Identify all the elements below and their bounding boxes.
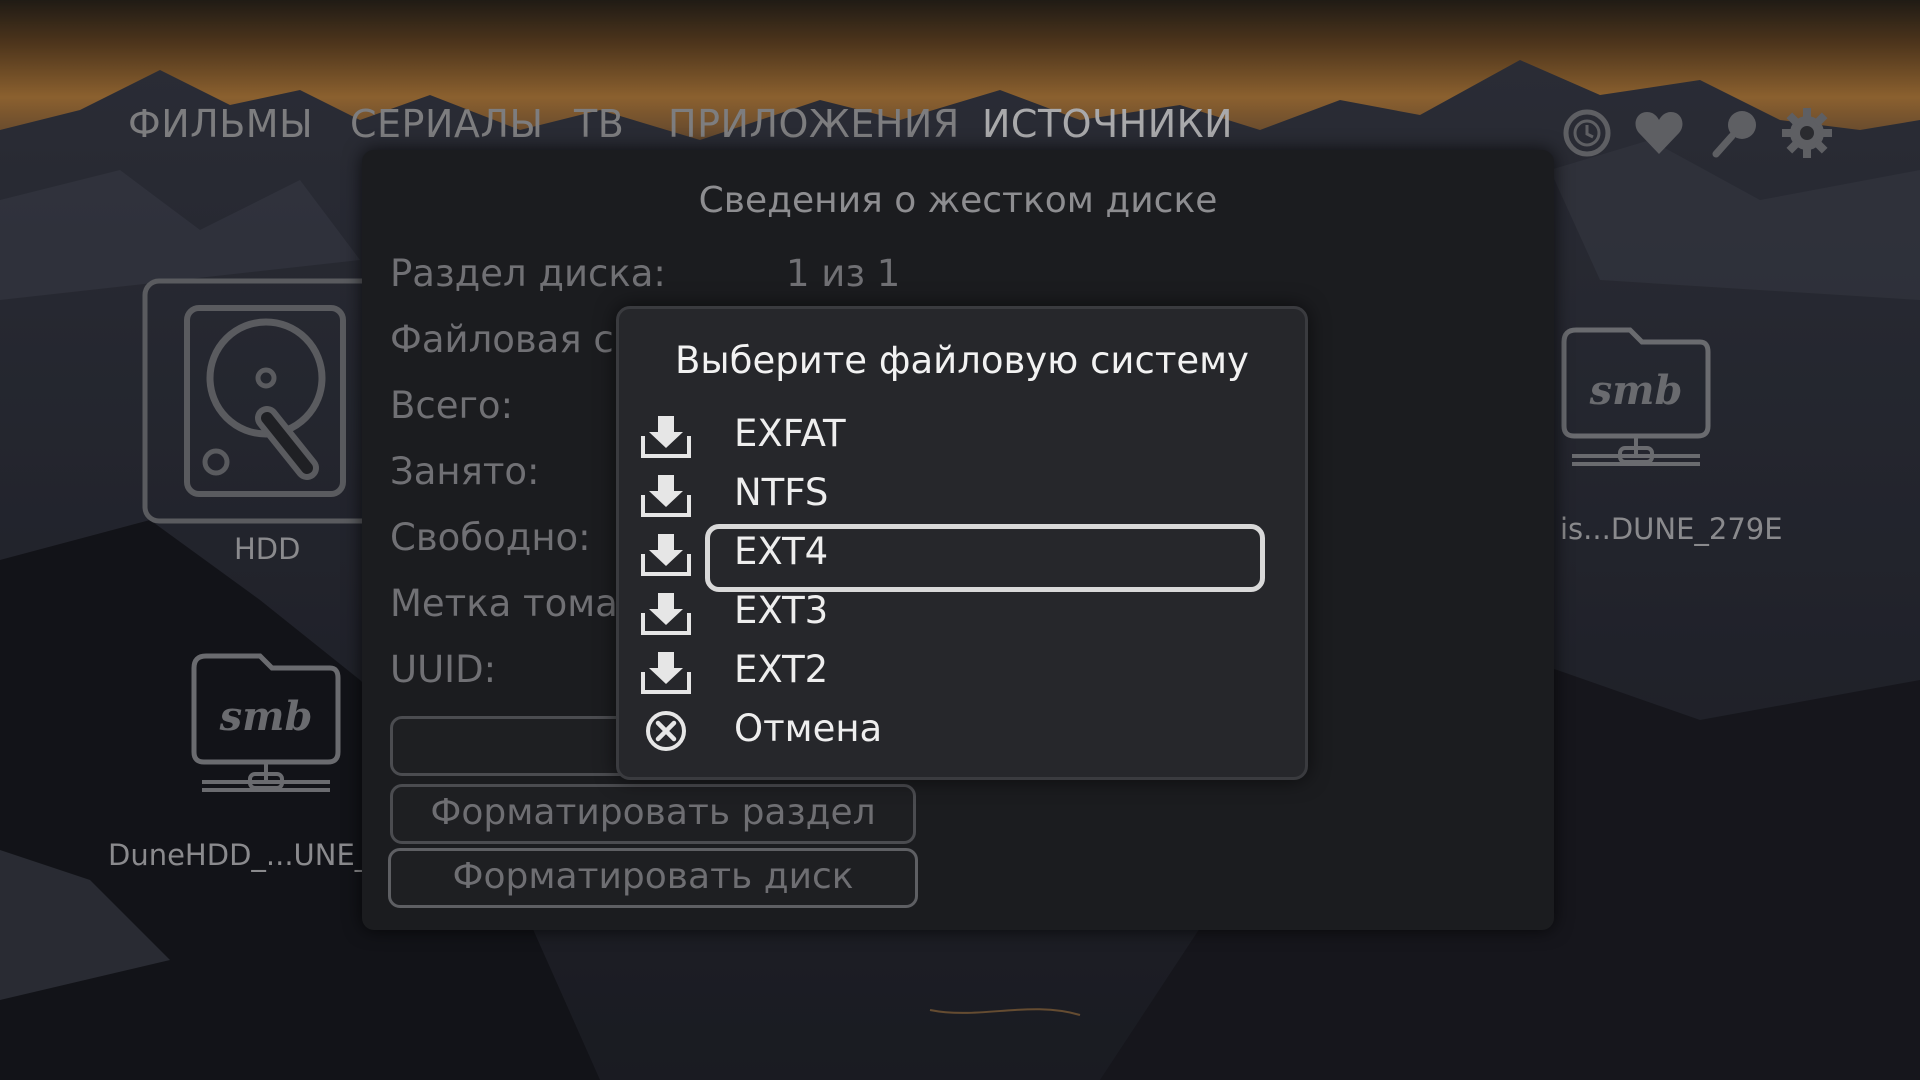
option-label: EXFAT: [734, 412, 846, 455]
favorites-heart-icon[interactable]: [1632, 106, 1686, 160]
filesystem-option-ext2[interactable]: EXT2: [641, 646, 1281, 702]
download-icon: [641, 652, 691, 694]
format-partition-button[interactable]: Форматировать раздел: [390, 784, 916, 844]
option-label: EXT2: [734, 648, 829, 691]
search-icon[interactable]: [1708, 106, 1762, 160]
option-label: NTFS: [734, 471, 829, 514]
nav-tab-movies[interactable]: ФИЛЬМЫ: [128, 102, 313, 162]
history-icon[interactable]: [1560, 106, 1614, 160]
source-tile-label: HDD: [234, 532, 301, 566]
filesystem-label: Файловая си: [390, 318, 638, 361]
uuid-label: UUID:: [390, 648, 497, 691]
source-tile-label: is...DUNE_279E: [1560, 512, 1783, 546]
option-label: EXT4: [734, 530, 829, 573]
download-icon: [641, 475, 691, 517]
hdd-icon: [142, 278, 382, 524]
filesystem-option-exfat[interactable]: EXFAT: [641, 410, 1281, 466]
partition-value: 1 из 1: [786, 252, 901, 295]
source-tile-label: DuneHDD_...UNE_2: [108, 838, 388, 872]
download-icon: [641, 534, 691, 576]
option-label: EXT3: [734, 589, 829, 632]
filesystem-option-ext3[interactable]: EXT3: [641, 587, 1281, 643]
svg-text:smb: smb: [219, 693, 313, 740]
option-label: Отмена: [734, 707, 883, 750]
cancel-option[interactable]: Отмена: [641, 705, 1281, 761]
partition-label: Раздел диска:: [390, 252, 666, 295]
panel-title: Сведения о жестком диске: [698, 180, 1218, 221]
download-icon: [641, 416, 691, 458]
used-label: Занято:: [390, 450, 540, 493]
free-label: Свободно:: [390, 516, 591, 559]
network-folder-smb-icon: smb: [1561, 327, 1711, 466]
filesystem-select-dialog: Выберите файловую систему EXFAT NTFS EXT…: [616, 306, 1308, 780]
filesystem-option-ntfs[interactable]: NTFS: [641, 469, 1281, 525]
cancel-icon: [646, 711, 686, 751]
settings-gear-icon[interactable]: [1780, 106, 1834, 160]
total-label: Всего:: [390, 384, 514, 427]
format-disk-button[interactable]: Форматировать диск: [388, 848, 918, 908]
dialog-title: Выберите файловую систему: [675, 339, 1249, 382]
network-folder-smb-icon: smb: [191, 653, 341, 792]
volume-label-label: Метка тома:: [390, 582, 631, 625]
filesystem-option-ext4[interactable]: EXT4: [641, 528, 1281, 584]
svg-text:smb: smb: [1589, 367, 1683, 414]
download-icon: [641, 593, 691, 635]
